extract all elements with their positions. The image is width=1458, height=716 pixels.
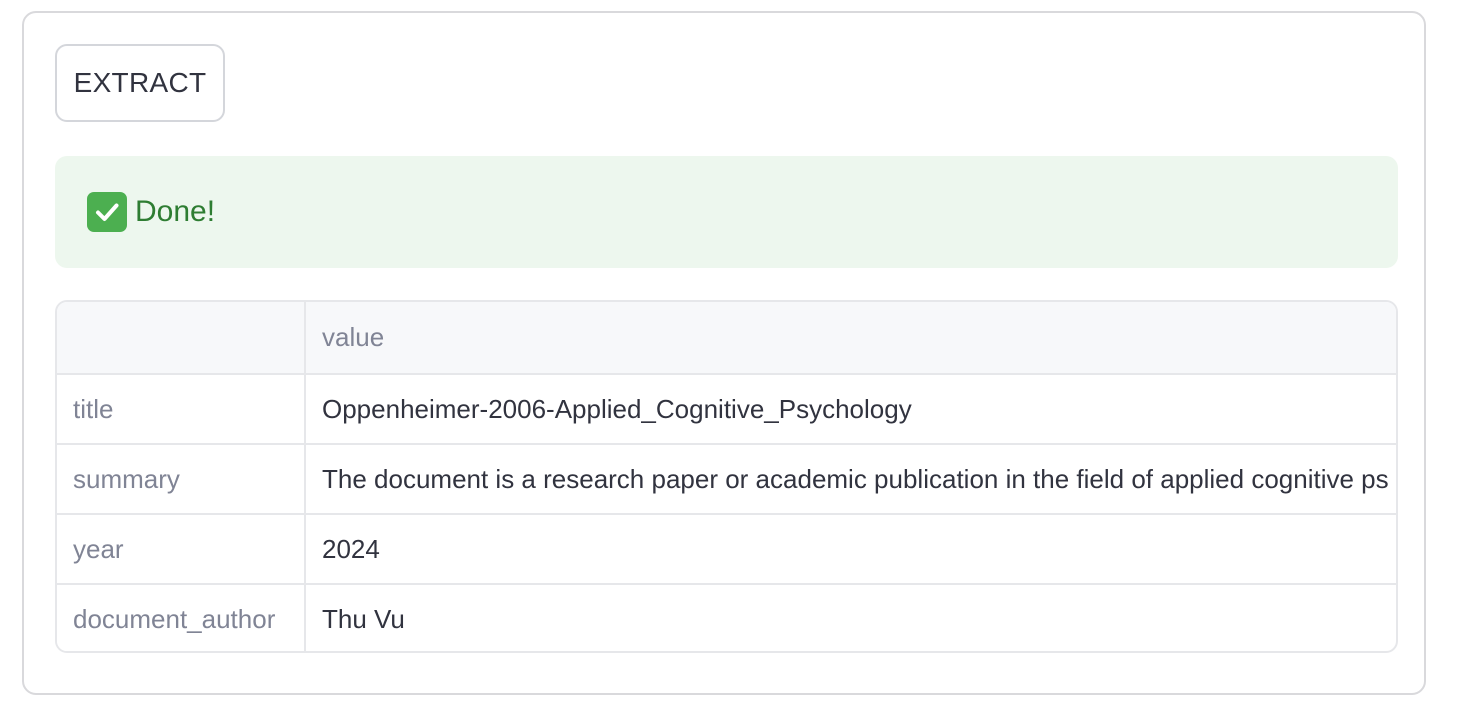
table-row: summary The document is a research paper… (57, 444, 1396, 515)
row-value[interactable]: Oppenheimer-2006-Applied_Cognitive_Psych… (305, 374, 1396, 445)
status-text: Done! (135, 195, 216, 228)
success-alert: Done! (55, 156, 1398, 268)
row-value[interactable]: Thu Vu (305, 584, 1396, 651)
table-row: title Oppenheimer-2006-Applied_Cognitive… (57, 374, 1396, 445)
column-header-index[interactable] (57, 302, 306, 375)
row-value[interactable]: The document is a research paper or acad… (305, 444, 1396, 515)
extraction-panel: EXTRACT Done! value title Oppenheimer-20… (22, 11, 1426, 695)
row-value[interactable]: 2024 (305, 514, 1396, 585)
table-row: document_author Thu Vu (57, 584, 1396, 651)
column-header-value[interactable]: value (305, 302, 1396, 375)
check-mark-icon (87, 192, 127, 232)
row-key: year (57, 514, 306, 585)
row-key: summary (57, 444, 306, 515)
results-table[interactable]: value title Oppenheimer-2006-Applied_Cog… (55, 300, 1398, 653)
table-row: year 2024 (57, 514, 1396, 585)
table-header-row: value (57, 302, 1396, 375)
row-key: document_author (57, 584, 306, 651)
row-key: title (57, 374, 306, 445)
extract-button[interactable]: EXTRACT (55, 44, 225, 122)
